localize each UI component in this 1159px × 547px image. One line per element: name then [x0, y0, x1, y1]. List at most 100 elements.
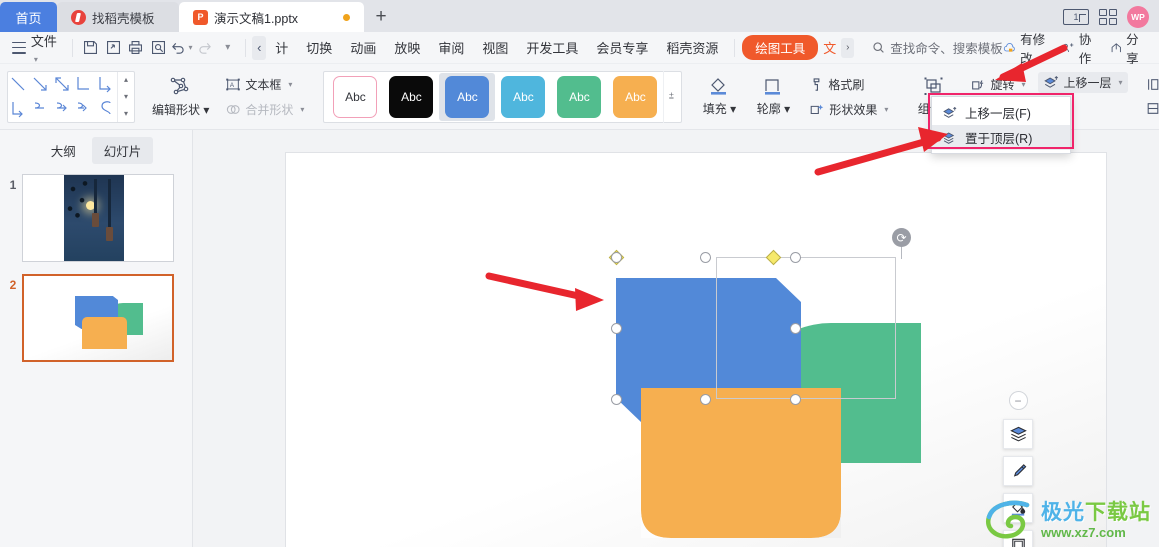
tab-presentation-document[interactable]: P 演示文稿1.pptx: [179, 2, 364, 32]
style-gallery-more-icon[interactable]: ⩲: [663, 70, 678, 123]
save-as-icon[interactable]: [102, 36, 125, 60]
line-shape-icon[interactable]: [8, 72, 30, 97]
print-icon[interactable]: [124, 36, 147, 60]
search-placeholder: 查找命令、搜索模板: [890, 42, 1003, 56]
style-swatch-wrap-selected[interactable]: Abc: [439, 72, 496, 121]
layers-button[interactable]: [1003, 419, 1033, 449]
menu-item-animation[interactable]: 动画: [341, 35, 385, 60]
slide-thumbnail-item[interactable]: 2: [0, 262, 192, 362]
bring-forward-button[interactable]: 上移一层 ▾: [1038, 72, 1128, 93]
bring-forward-dropdown-menu[interactable]: 上移一层(F) 置于顶层(R): [931, 96, 1071, 154]
orange-shape[interactable]: [641, 388, 841, 538]
elbow-arrow2-icon[interactable]: [8, 97, 30, 122]
curved-arrow-connector-icon[interactable]: [52, 97, 74, 122]
arrow-shape-icon[interactable]: [30, 72, 52, 97]
slide-thumbnail-1[interactable]: [22, 174, 174, 262]
thumb-orange-shape: [82, 317, 127, 349]
avatar[interactable]: WP: [1127, 6, 1149, 28]
elbow-connector-icon[interactable]: [73, 72, 95, 97]
menu-item-bring-forward[interactable]: 上移一层(F): [932, 100, 1070, 125]
share-label[interactable]: 分享: [1126, 29, 1147, 67]
style-swatch-orange[interactable]: Abc: [613, 75, 658, 118]
slide-thumbnail-2[interactable]: [22, 274, 174, 362]
print-preview-icon[interactable]: [147, 36, 170, 60]
style-swatch-white[interactable]: Abc: [333, 75, 378, 118]
menu-item-review[interactable]: 审阅: [429, 35, 473, 60]
main-menu-icon[interactable]: [12, 41, 26, 54]
save-icon[interactable]: [79, 36, 102, 60]
elbow-arrow-connector-icon[interactable]: [95, 72, 117, 97]
shapes-gallery-scroll[interactable]: ▴ ▾ ▾: [117, 71, 134, 122]
tab-daoke-label: 找稻壳模板: [92, 11, 155, 26]
collapse-toolbar-button[interactable]: −: [1008, 391, 1028, 410]
tab-daoke-template[interactable]: 找稻壳模板: [57, 2, 179, 32]
edit-shape-button[interactable]: 编辑形状 ▾: [145, 73, 216, 120]
menu-item-design[interactable]: 计: [266, 35, 297, 60]
resize-handle-bottom-right[interactable]: [790, 394, 801, 405]
search-command-box[interactable]: 查找命令、搜索模板: [872, 38, 1003, 57]
style-swatch-blue[interactable]: Abc: [445, 75, 490, 118]
collaborate-icon[interactable]: [1061, 41, 1074, 55]
menu-item-view[interactable]: 视图: [473, 35, 517, 60]
file-menu[interactable]: 文件 ▾: [31, 31, 63, 65]
resize-handle-middle-right[interactable]: [790, 323, 801, 334]
rotate-button[interactable]: 旋转 ▾: [965, 74, 1030, 95]
menu-item-transition[interactable]: 切换: [297, 35, 341, 60]
customize-quick-access-icon[interactable]: ▾: [215, 36, 238, 60]
share-icon[interactable]: [1110, 41, 1123, 55]
slide-thumbnail-item[interactable]: 1: [0, 170, 192, 262]
resize-handle-middle-left[interactable]: [611, 323, 622, 334]
s-curve-icon[interactable]: [95, 97, 117, 122]
shapes-group: ▴ ▾ ▾: [2, 67, 140, 127]
menu-label: 审阅: [438, 41, 465, 56]
curved-arrow2-icon[interactable]: [73, 97, 95, 122]
brush-button[interactable]: [1003, 456, 1033, 486]
style-swatch-wrap[interactable]: Abc: [495, 73, 551, 121]
collaborate-label[interactable]: 协作: [1079, 29, 1100, 67]
style-swatch-wrap[interactable]: Abc: [551, 73, 607, 121]
expand-gallery-icon[interactable]: ▾: [124, 109, 128, 118]
style-swatch-wrap[interactable]: Abc: [383, 73, 439, 121]
rotate-handle[interactable]: ⟳: [892, 228, 911, 247]
resize-handle-top-right[interactable]: [790, 252, 801, 263]
style-swatch-green[interactable]: Abc: [557, 75, 602, 118]
resize-handle-top-center[interactable]: [700, 252, 711, 263]
tab-outline[interactable]: 大纲: [39, 137, 88, 164]
fill-button[interactable]: 填充 ▾: [692, 74, 746, 119]
scroll-down-icon[interactable]: ▾: [124, 92, 128, 101]
scroll-up-icon[interactable]: ▴: [124, 75, 128, 84]
style-swatch-cyan[interactable]: Abc: [501, 75, 546, 118]
tab-drawing-tools[interactable]: 绘图工具: [742, 35, 819, 60]
app-grid-icon[interactable]: [1099, 9, 1117, 25]
curved-connector-icon[interactable]: [30, 97, 52, 122]
menu-item-developer[interactable]: 开发工具: [517, 35, 587, 60]
shape-style-gallery[interactable]: Abc Abc Abc Abc Abc Abc ⩲: [323, 70, 683, 123]
shapes-gallery[interactable]: ▴ ▾ ▾: [7, 70, 135, 123]
format-painter-button[interactable]: 格式刷: [804, 74, 893, 95]
double-arrow-shape-icon[interactable]: [52, 72, 74, 97]
style-swatch-wrap[interactable]: Abc: [607, 73, 663, 121]
outline-button[interactable]: 轮廓 ▾: [746, 74, 800, 119]
menu-item-text-tools[interactable]: 文: [818, 35, 841, 60]
style-swatch-wrap[interactable]: Abc: [327, 73, 383, 121]
swatch-label: Abc: [569, 89, 590, 104]
resize-handle-bottom-left[interactable]: [611, 394, 622, 405]
tab-slides[interactable]: 幻灯片: [91, 137, 154, 164]
style-swatch-black[interactable]: Abc: [389, 75, 434, 118]
ribbon-scroll-left-button[interactable]: ‹: [252, 35, 267, 60]
new-tab-button[interactable]: +: [364, 2, 398, 32]
slide-editor[interactable]: [286, 153, 1106, 547]
tab-home[interactable]: 首页: [0, 2, 57, 32]
menu-item-daoke-resource[interactable]: 稻壳资源: [657, 35, 727, 60]
resize-handle-bottom-center[interactable]: [700, 394, 711, 405]
menu-item-bring-to-front[interactable]: 置于顶层(R): [932, 125, 1070, 150]
resize-handle-top-left[interactable]: [611, 252, 622, 263]
shape-effects-button[interactable]: 形状效果 ▾: [804, 99, 893, 120]
textbox-button[interactable]: A 文本框 ▾: [220, 74, 309, 95]
window-count-icon[interactable]: 1: [1063, 9, 1089, 25]
menu-item-member[interactable]: 会员专享: [587, 35, 657, 60]
slide-canvas-area[interactable]: ⟳ −: [193, 130, 1159, 547]
undo-icon[interactable]: ▾: [170, 36, 193, 60]
ribbon-scroll-right-button[interactable]: ›: [841, 37, 855, 58]
menu-item-slideshow[interactable]: 放映: [385, 35, 429, 60]
